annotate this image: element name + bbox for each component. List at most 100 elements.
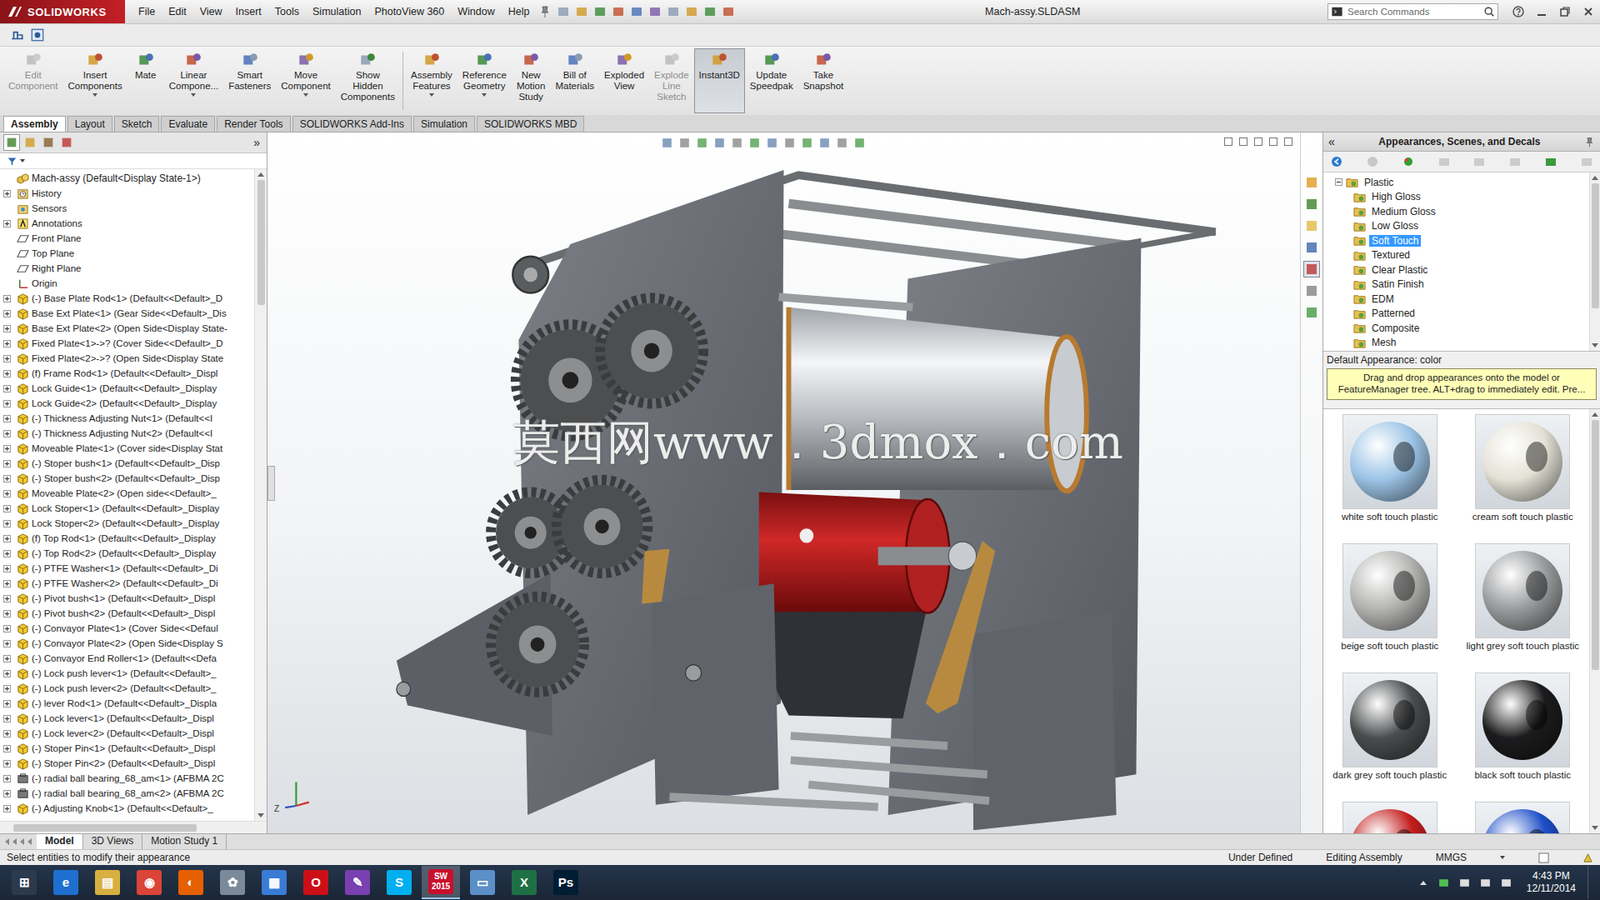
command-button[interactable]: LinearCompone... [164, 48, 224, 114]
menu-item[interactable]: Help [501, 5, 537, 18]
panel-collapse-handle[interactable] [267, 465, 275, 501]
feature-tree-item[interactable]: (-) Convayor Plate<1> (Cover Side<<Defau… [3, 620, 255, 636]
manager-tab-icon[interactable] [40, 134, 57, 151]
feature-tree-item[interactable]: Lock Guide<1> (Default<<Default>_Display [3, 380, 255, 396]
tab-nav-arrow-icon[interactable] [27, 838, 32, 845]
pane-splitter[interactable] [1323, 400, 1600, 410]
appearance-folder[interactable]: Composite [1323, 320, 1590, 336]
appearance-folder[interactable]: EDM [1323, 291, 1590, 307]
appearance-tool-icon[interactable] [1365, 155, 1380, 169]
appearance-swatch[interactable]: white soft touch plastic [1323, 414, 1457, 544]
feature-tree-item[interactable]: (-) Stoper Pin<2> (Default<<Default>_Dis… [3, 755, 255, 771]
clock[interactable]: 4:43 PM 12/11/2014 [1518, 870, 1585, 895]
feature-tree-item[interactable]: (-) lever Rod<1> (Default<<Default>_Disp… [3, 695, 255, 711]
appearance-tool-icon[interactable] [1580, 155, 1594, 169]
expand-plus-icon[interactable] [3, 520, 11, 528]
appearance-folder[interactable]: Plastic [1323, 175, 1590, 190]
feature-tree-item[interactable]: (-) Pivot bush<1> (Default<<Default>_Dis… [3, 590, 255, 606]
command-button[interactable]: NewMotionStudy [511, 48, 551, 114]
feature-tree-item[interactable]: Annotations [3, 215, 255, 231]
help-icon[interactable] [1511, 5, 1525, 19]
quick-access-icon[interactable] [593, 5, 607, 19]
feature-tree-item[interactable]: (-) Stoper bush<2> (Default<<Default>_Di… [3, 470, 255, 486]
expand-plus-icon[interactable] [3, 685, 11, 693]
scroll-thumb[interactable] [257, 180, 265, 305]
appearance-swatch[interactable] [1456, 801, 1590, 834]
appearance-swatch[interactable]: dark grey soft touch plastic [1323, 672, 1457, 802]
tray-icon[interactable] [1458, 876, 1471, 890]
task-pane-tab-icon[interactable] [1303, 260, 1320, 278]
taskbar-app[interactable]: ▦ [255, 865, 294, 900]
menu-item[interactable]: Simulation [305, 5, 368, 18]
feature-tree-item[interactable]: (-) Adjusting Knob<1> (Default<<Default>… [3, 800, 255, 816]
feature-tree-item[interactable]: Lock Stoper<2> (Default<<Default>_Displa… [3, 515, 255, 531]
appearance-tool-icon[interactable] [1330, 155, 1344, 169]
viewport-control-icon[interactable] [1238, 136, 1249, 147]
expand-plus-icon[interactable] [3, 475, 11, 483]
feature-tree-item[interactable]: (-) PTFE Washer<1> (Default<<Default>_Di [3, 560, 255, 576]
status-item[interactable]: Editing Assembly [1325, 851, 1402, 864]
viewport-control-icon[interactable] [1253, 136, 1264, 147]
tree-horizontal-scrollbar[interactable] [0, 820, 267, 834]
pin-icon[interactable] [1584, 136, 1595, 148]
appearance-folder[interactable]: Textured [1323, 248, 1590, 264]
menu-item[interactable]: Insert [229, 5, 269, 18]
show-desktop-button[interactable] [1587, 865, 1595, 900]
feature-tree-item[interactable]: (-) Lock push lever<1> (Default<<Default… [3, 665, 255, 681]
feature-tree-item[interactable]: Mach-assy (Default<Display State-1>) [3, 170, 255, 186]
appearance-folder[interactable]: High Gloss [1323, 190, 1590, 205]
dropdown-arrow-icon[interactable] [190, 93, 196, 97]
feature-tree-item[interactable]: Moveable Plate<2> (Open side<<Default>_ [3, 485, 255, 501]
command-button[interactable]: ReferenceGeometry [457, 48, 512, 114]
view-tool-icon[interactable] [800, 135, 815, 150]
command-button[interactable]: Mate [127, 48, 165, 114]
scroll-down-icon[interactable] [1591, 343, 1599, 348]
command-button[interactable]: AssemblyFeatures [405, 48, 458, 114]
manager-tab-icon[interactable] [58, 134, 75, 151]
feature-tree-item[interactable]: Base Ext Plate<1> (Gear Side<<Default>_D… [3, 305, 255, 321]
task-pane-tab-icon[interactable] [1303, 304, 1320, 321]
tree-scrollbar[interactable] [254, 169, 267, 821]
taskbar-app[interactable]: ⊞ [5, 865, 44, 900]
appearance-tool-icon[interactable] [1437, 155, 1451, 169]
taskbar-app[interactable]: O [296, 865, 335, 900]
tray-icon[interactable] [1479, 876, 1492, 890]
machine-model[interactable] [267, 132, 1300, 834]
command-button[interactable]: InsertComponents [62, 48, 127, 114]
show-hidden-icons-icon[interactable] [1420, 880, 1427, 885]
units-dropdown-icon[interactable] [1500, 855, 1505, 860]
feature-tree-item[interactable]: Sensors [3, 200, 255, 216]
view-tool-icon[interactable] [817, 135, 832, 150]
feature-tree-item[interactable]: Fixed Plate<1>->? (Cover Side<<Default>_… [3, 335, 255, 351]
viewport-control-icon[interactable] [1223, 136, 1234, 147]
view-tool-icon[interactable] [730, 135, 745, 150]
appearance-tool-icon[interactable] [1544, 155, 1558, 169]
manager-tab-icon[interactable] [21, 134, 39, 151]
quick-access-icon[interactable] [648, 5, 662, 19]
command-button[interactable]: Instant3D [694, 48, 745, 114]
feature-tree-item[interactable]: (-) Top Rod<2> (Default<<Default>_Displa… [3, 545, 255, 561]
taskbar-app[interactable]: SW 2015 [421, 865, 460, 900]
scroll-thumb[interactable] [1591, 420, 1600, 670]
rebuild-icon[interactable] [1582, 852, 1594, 864]
search-commands-field[interactable]: Search Commands [1327, 3, 1499, 20]
magnifier-icon[interactable] [1483, 5, 1495, 18]
command-button[interactable]: ShowHiddenComponents [335, 48, 400, 114]
expand-plus-icon[interactable] [3, 430, 11, 438]
view-tool-icon[interactable] [765, 135, 780, 150]
dropdown-arrow-icon[interactable] [303, 93, 309, 97]
command-button[interactable]: EditComponent [3, 48, 63, 114]
dropdown-arrow-icon[interactable] [92, 93, 98, 97]
expand-plus-icon[interactable] [3, 220, 11, 228]
expand-plus-icon[interactable] [3, 385, 11, 393]
feature-tree-item[interactable]: Lock Stoper<1> (Default<<Default>_Displa… [3, 500, 255, 516]
task-pane-tab-icon[interactable] [1303, 195, 1320, 213]
feature-tree-item[interactable]: History [3, 185, 255, 201]
expand-plus-icon[interactable] [3, 655, 11, 663]
tab-nav-arrow-icon[interactable] [20, 838, 25, 845]
pin-icon[interactable] [538, 5, 552, 19]
expand-plus-icon[interactable] [3, 460, 11, 468]
command-tab[interactable]: Layout [67, 115, 113, 132]
help-icon[interactable] [1538, 852, 1550, 864]
expand-plus-icon[interactable] [3, 355, 11, 363]
